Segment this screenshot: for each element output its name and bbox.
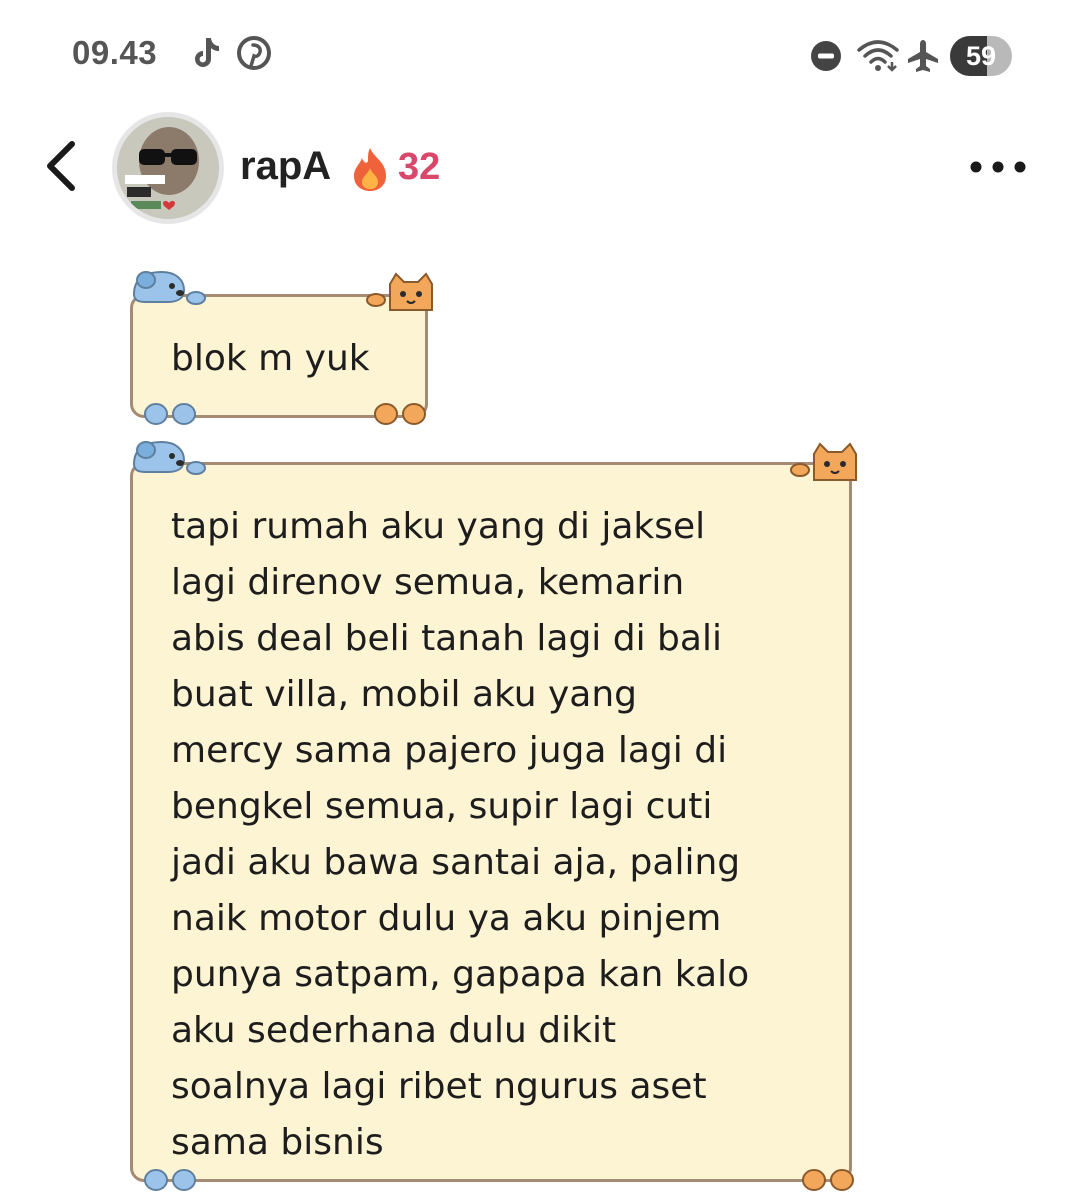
avatar-image	[117, 117, 219, 219]
dog-paws-icon	[144, 1169, 196, 1191]
message-bubble[interactable]: tapi rumah aku yang di jaksel lagi diren…	[130, 462, 852, 1182]
more-options-icon[interactable]	[966, 154, 1030, 180]
do-not-disturb-icon	[811, 41, 841, 71]
battery-level: 59	[965, 41, 997, 71]
avatar[interactable]	[112, 112, 224, 224]
battery-icon: 59	[950, 36, 1012, 76]
wifi-icon	[857, 40, 899, 72]
tiktok-icon	[195, 38, 219, 67]
status-bar: 09.43 59	[0, 0, 1076, 110]
message-text: blok m yuk	[171, 338, 370, 379]
chat-header: rapA 32	[0, 110, 1076, 230]
chat-screen: 09.43 59 rapA 32 blok m yuk tapi rumah a…	[0, 0, 1076, 1200]
dog-sticker-icon	[132, 270, 206, 305]
fire-icon	[354, 148, 386, 191]
dog-paws-icon	[144, 403, 196, 425]
dog-sticker-icon	[132, 440, 206, 475]
status-time: 09.43	[72, 34, 158, 71]
username[interactable]: rapA	[240, 144, 331, 189]
streak-count: 32	[398, 146, 441, 188]
back-chevron-icon[interactable]	[36, 136, 88, 196]
cat-sticker-icon	[790, 442, 857, 481]
cat-paws-icon	[802, 1169, 854, 1191]
cat-paws-icon	[374, 403, 426, 425]
message-text: tapi rumah aku yang di jaksel lagi diren…	[171, 506, 750, 1163]
pinterest-icon	[237, 36, 271, 70]
cat-sticker-icon	[366, 272, 433, 311]
airplane-icon	[908, 40, 938, 72]
